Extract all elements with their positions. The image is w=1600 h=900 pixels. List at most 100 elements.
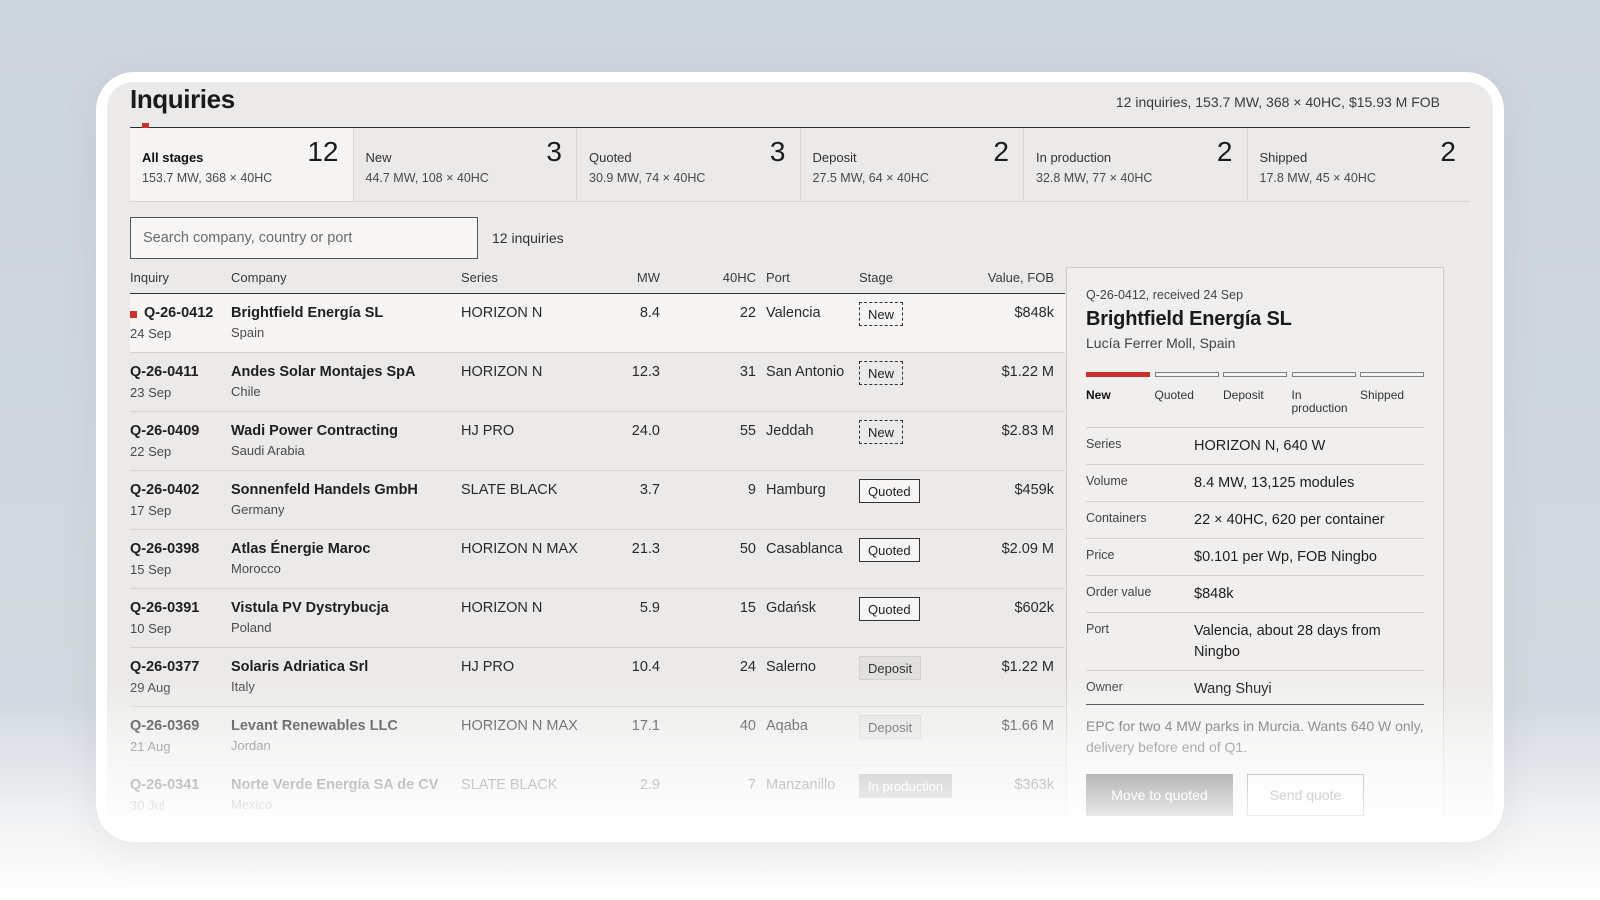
tab-count: 2 [1216, 136, 1233, 167]
order-value: $2.83 M [1001, 423, 1054, 439]
tab-stats: 17.8 MW, 45 × 40HC [1259, 171, 1376, 185]
inquiry-id: Q-26-0369 [130, 718, 200, 734]
col-company[interactable]: Company [231, 270, 287, 285]
tab-shipped[interactable]: Shipped 17.8 MW, 45 × 40HC 2 [1248, 128, 1471, 201]
field-value: $0.101 per Wp, FOB Ningbo [1194, 549, 1377, 565]
col-inquiry[interactable]: Inquiry [130, 270, 169, 285]
mw-value: 17.1 [631, 718, 660, 734]
stage-label: Deposit [1223, 388, 1264, 402]
col-40hc[interactable]: 40HC [723, 270, 756, 285]
table-row[interactable]: Q-26-0411 23 Sep Andes Solar Montajes SpA C… [130, 353, 1065, 412]
series: HORIZON N MAX [461, 718, 578, 734]
tab-count: 2 [993, 136, 1009, 167]
tab-deposit[interactable]: Deposit 27.5 MW, 64 × 40HC 2 [801, 128, 1024, 201]
stage-step-in-production: In production [1291, 372, 1356, 415]
company-country: Germany [231, 502, 285, 517]
tab-all-stages[interactable]: All stages 153.7 MW, 368 × 40HC 12 [130, 128, 354, 201]
table-row[interactable]: Q-26-0412 24 Sep Brightfield Energía SL Spa… [130, 294, 1065, 353]
stage-label: Shipped [1360, 388, 1405, 402]
company-name: Solaris Adriatica Srl [231, 659, 369, 675]
mw-value: 21.3 [631, 541, 660, 557]
stage-step-shipped: Shipped [1360, 372, 1424, 402]
company-name: Brightfield Energía SL [231, 305, 384, 321]
inquiry-id: Q-26-0409 [130, 423, 200, 439]
inquiry-date: 23 Sep [130, 385, 172, 400]
container-count: 24 [739, 659, 756, 675]
field-value: HORIZON N, 640 W [1194, 438, 1326, 454]
stage-label: New [1086, 388, 1111, 402]
series: HORIZON N MAX [461, 541, 578, 557]
tab-new[interactable]: New 44.7 MW, 108 × 40HC 3 [354, 128, 577, 201]
series: SLATE BLACK [461, 777, 558, 793]
stage-bar [1291, 372, 1356, 377]
tab-label: Quoted [589, 150, 632, 165]
col-stage[interactable]: Stage [859, 270, 893, 285]
order-value: $1.22 M [1001, 659, 1054, 675]
tab-stats: 32.8 MW, 77 × 40HC [1036, 171, 1153, 185]
stage-badge: Quoted [859, 479, 920, 503]
inquiry-date: 15 Sep [130, 562, 172, 577]
company-name: Vistula PV Dystrybucja [231, 600, 389, 616]
table-row[interactable]: Q-26-0369 21 Aug Levant Renewables LLC Jord… [130, 707, 1065, 766]
mw-value: 5.9 [639, 600, 660, 616]
detail-panel: Q-26-0412, received 24 Sep Brightfield E… [1066, 267, 1444, 830]
field-label: Containers [1086, 511, 1147, 525]
table-row[interactable]: Q-26-0377 29 Aug Solaris Adriatica Srl Ital… [130, 648, 1065, 707]
table-row[interactable]: Q-26-0398 15 Sep Atlas Énergie Maroc Morocc… [130, 530, 1065, 589]
table-row[interactable]: Q-26-0402 17 Sep Sonnenfeld Handels GmbH Ge… [130, 471, 1065, 530]
container-count: 31 [739, 364, 756, 380]
tab-in-production[interactable]: In production 32.8 MW, 77 × 40HC 2 [1024, 128, 1248, 201]
company-country: Chile [231, 384, 261, 399]
container-count: 22 [739, 305, 756, 321]
container-count: 50 [739, 541, 756, 557]
send-quote-button[interactable]: Send quote [1247, 774, 1364, 816]
detail-fields: Series HORIZON N, 640 W Volume 8.4 MW, 13,1… [1086, 427, 1424, 707]
stage-bar [1223, 372, 1287, 377]
app-window: Inquiries 12 inquiries, 153.7 MW, 368 × … [107, 82, 1493, 830]
col-port[interactable]: Port [766, 270, 790, 285]
port: Gdańsk [766, 600, 816, 616]
inquiry-date: 10 Sep [130, 621, 172, 636]
company-name: Norte Verde Energía SA de CV [231, 777, 439, 793]
page-title: Inquiries [130, 84, 235, 114]
company-name: Wadi Power Contracting [231, 423, 399, 439]
col-value[interactable]: Value, FOB [988, 270, 1054, 285]
field-value: 8.4 MW, 13,125 modules [1194, 475, 1355, 491]
company-country: Mexico [231, 797, 273, 812]
detail-reference: Q-26-0412, received 24 Sep [1086, 288, 1244, 302]
table-row[interactable]: Q-26-0409 22 Sep Wadi Power Contracting Sau… [130, 412, 1065, 471]
field-port: Port Valencia, about 28 days from Ningbo [1086, 612, 1424, 670]
search-input[interactable] [130, 217, 478, 259]
stage-badge: In production [859, 774, 953, 798]
tab-quoted[interactable]: Quoted 30.9 MW, 74 × 40HC 3 [577, 128, 801, 201]
mw-value: 3.7 [639, 482, 660, 498]
stage-step-new: New [1086, 372, 1150, 402]
field-order-value: Order value $848k [1086, 575, 1424, 612]
company-name: Levant Renewables LLC [231, 718, 398, 734]
port: Valencia [766, 305, 821, 321]
tab-count: 3 [769, 136, 786, 167]
col-mw[interactable]: MW [637, 270, 660, 285]
stage-badge: Deposit [859, 715, 922, 739]
move-to-quoted-button[interactable]: Move to quoted [1086, 774, 1233, 816]
company-country: Spain [231, 325, 265, 340]
table-row[interactable]: Q-26-0341 30 Jul Norte Verde Energía SA de… [130, 766, 1065, 825]
stage-label: In production [1291, 388, 1348, 415]
mw-value: 10.4 [631, 659, 660, 675]
field-volume: Volume 8.4 MW, 13,125 modules [1086, 464, 1424, 501]
container-count: 55 [739, 423, 756, 439]
table-row[interactable]: Q-26-0391 10 Sep Vistula PV Dystrybucja Pol… [130, 589, 1065, 648]
field-price: Price $0.101 per Wp, FOB Ningbo [1086, 538, 1424, 575]
tab-stats: 153.7 MW, 368 × 40HC [142, 171, 273, 185]
field-label: Volume [1086, 474, 1128, 488]
col-series[interactable]: Series [461, 270, 498, 285]
order-value: $602k [1014, 600, 1054, 616]
inquiries-table: Inquiry Company Series MW 40HC Port Stag… [130, 262, 1065, 825]
table-header: Inquiry Company Series MW 40HC Port Stag… [130, 262, 1065, 294]
company-country: Morocco [231, 561, 281, 576]
order-value: $1.66 M [1001, 718, 1054, 734]
tab-stats: 27.5 MW, 64 × 40HC [812, 171, 929, 185]
port: Manzanillo [766, 777, 836, 793]
company-country: Jordan [231, 738, 271, 753]
field-label: Series [1086, 437, 1122, 451]
